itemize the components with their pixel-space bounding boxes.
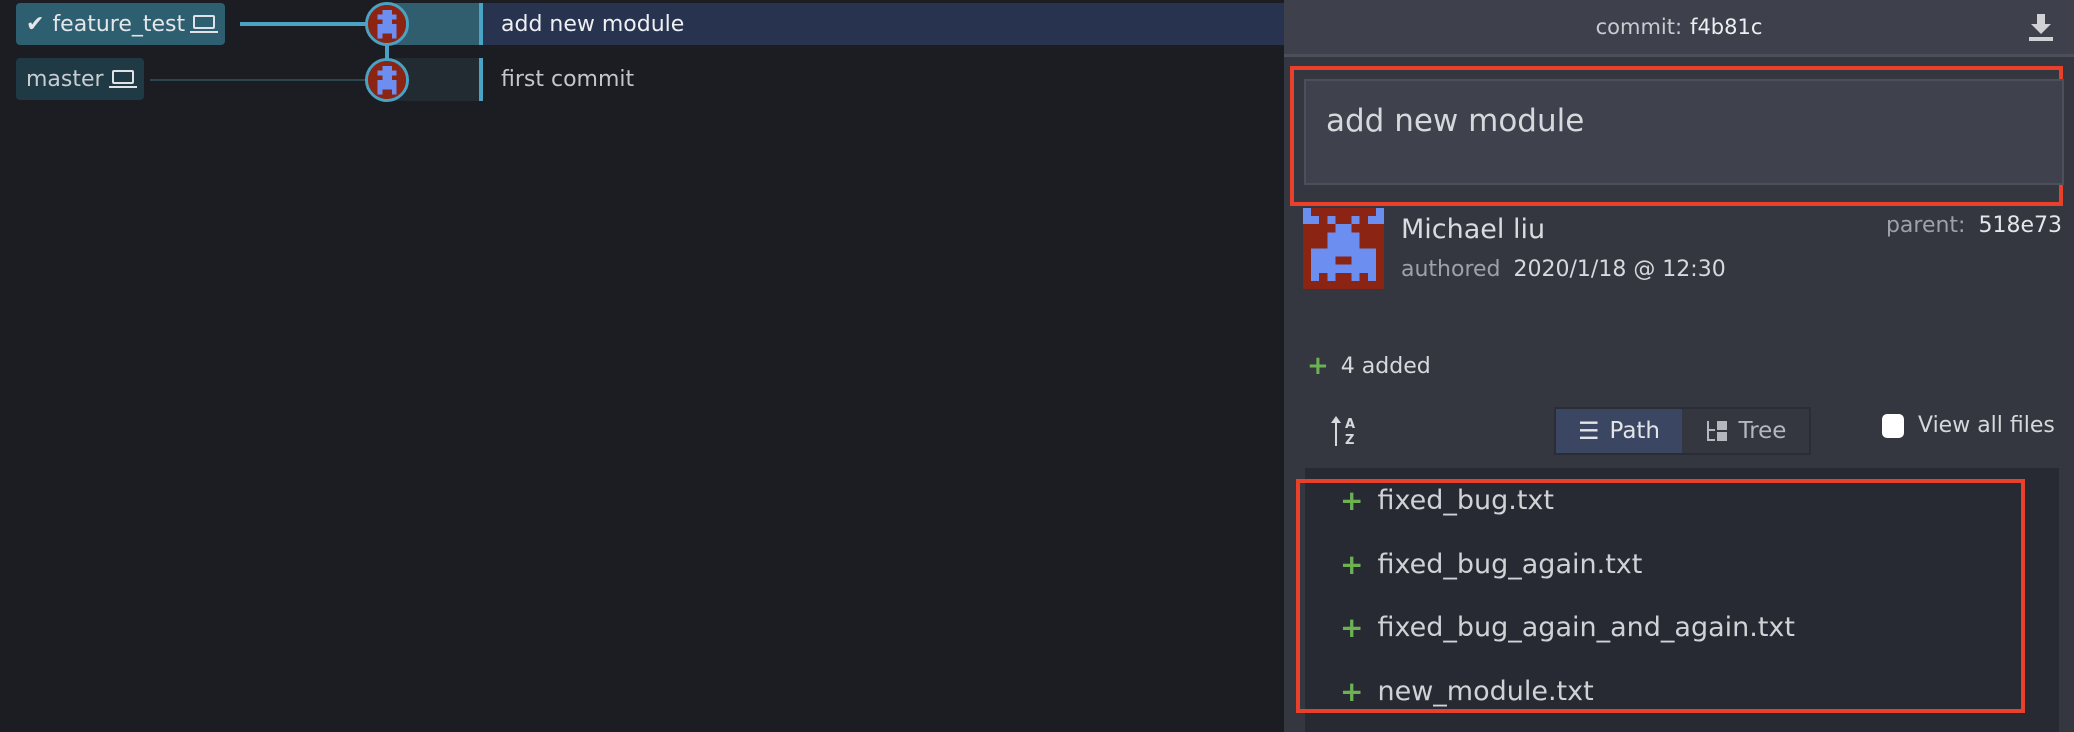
added-icon: + [1340,611,1364,644]
path-label: Path [1609,418,1661,444]
sort-az-icon[interactable]: AZ [1330,414,1360,448]
commit-message-field[interactable]: add new module [1304,79,2064,185]
commit-message-text: add new module [1326,103,1585,139]
download-icon[interactable] [2028,14,2054,42]
added-count: 4 added [1340,353,1431,379]
file-name: fixed_bug_again_and_again.txt [1377,612,1795,643]
file-item[interactable]: + fixed_bug_again_and_again.txt [1340,611,1795,644]
commit-label: commit: [1595,15,1683,39]
view-mode-toggle: ☰ Path Tree [1554,407,1811,455]
commit-hash[interactable]: f4b81c [1690,15,1762,39]
commit-row[interactable]: first commit [483,58,1284,101]
added-icon: + [1340,484,1364,517]
commit-node-avatar[interactable] [365,2,409,46]
commit-node-avatar[interactable] [365,58,409,102]
added-icon: + [1340,548,1364,581]
view-all-files-label: View all files [1918,413,2055,438]
check-icon: ✔ [26,11,45,37]
authored-date: 2020/1/18 @ 12:30 [1513,257,1726,282]
file-item[interactable]: + new_module.txt [1340,675,1594,708]
plus-icon: + [1307,351,1329,381]
commit-row-selected[interactable]: add new module [483,3,1284,45]
branch-label: master [26,66,104,92]
author-avatar [1303,208,1384,289]
view-all-files-toggle[interactable]: View all files [1882,413,2055,438]
authored-line: authored 2020/1/18 @ 12:30 [1401,257,1726,282]
change-summary: + 4 added [1307,351,1431,381]
file-item[interactable]: + fixed_bug.txt [1340,484,1554,517]
added-icon: + [1340,675,1364,708]
path-view-button[interactable]: ☰ Path [1556,409,1682,453]
tree-icon [1706,421,1727,441]
parent-label: parent: [1885,213,1966,238]
author-name: Michael liu [1401,214,1546,245]
commit-graph-panel: ✔ feature_test master add new module fir… [0,0,1284,732]
laptop-icon [190,15,219,33]
svg-text:A: A [1345,417,1355,432]
commit-message: first commit [501,67,635,92]
svg-text:Z: Z [1345,433,1354,446]
laptop-icon [108,70,137,88]
commit-details-panel: commit: f4b81c add new module Michael li… [1284,0,2074,732]
parent-hash[interactable]: 518e73 [1978,213,2062,238]
branch-label: feature_test [52,11,186,37]
list-icon: ☰ [1577,417,1600,445]
authored-label: authored [1401,257,1501,282]
view-all-files-checkbox[interactable] [1882,413,1904,438]
commit-header: commit: f4b81c [1284,0,2074,57]
tree-view-button[interactable]: Tree [1682,409,1809,453]
branch-badge-feature-test[interactable]: ✔ feature_test [16,3,226,45]
tree-label: Tree [1738,418,1787,444]
file-name: fixed_bug_again.txt [1377,549,1643,580]
branch-badge-master[interactable]: master [16,58,144,100]
file-name: new_module.txt [1377,676,1594,707]
parent-line: parent: 518e73 [1886,213,2062,238]
commit-message: add new module [501,11,685,37]
file-item[interactable]: + fixed_bug_again.txt [1340,548,1642,581]
file-name: fixed_bug.txt [1377,485,1554,516]
branch-line-master [150,79,370,81]
